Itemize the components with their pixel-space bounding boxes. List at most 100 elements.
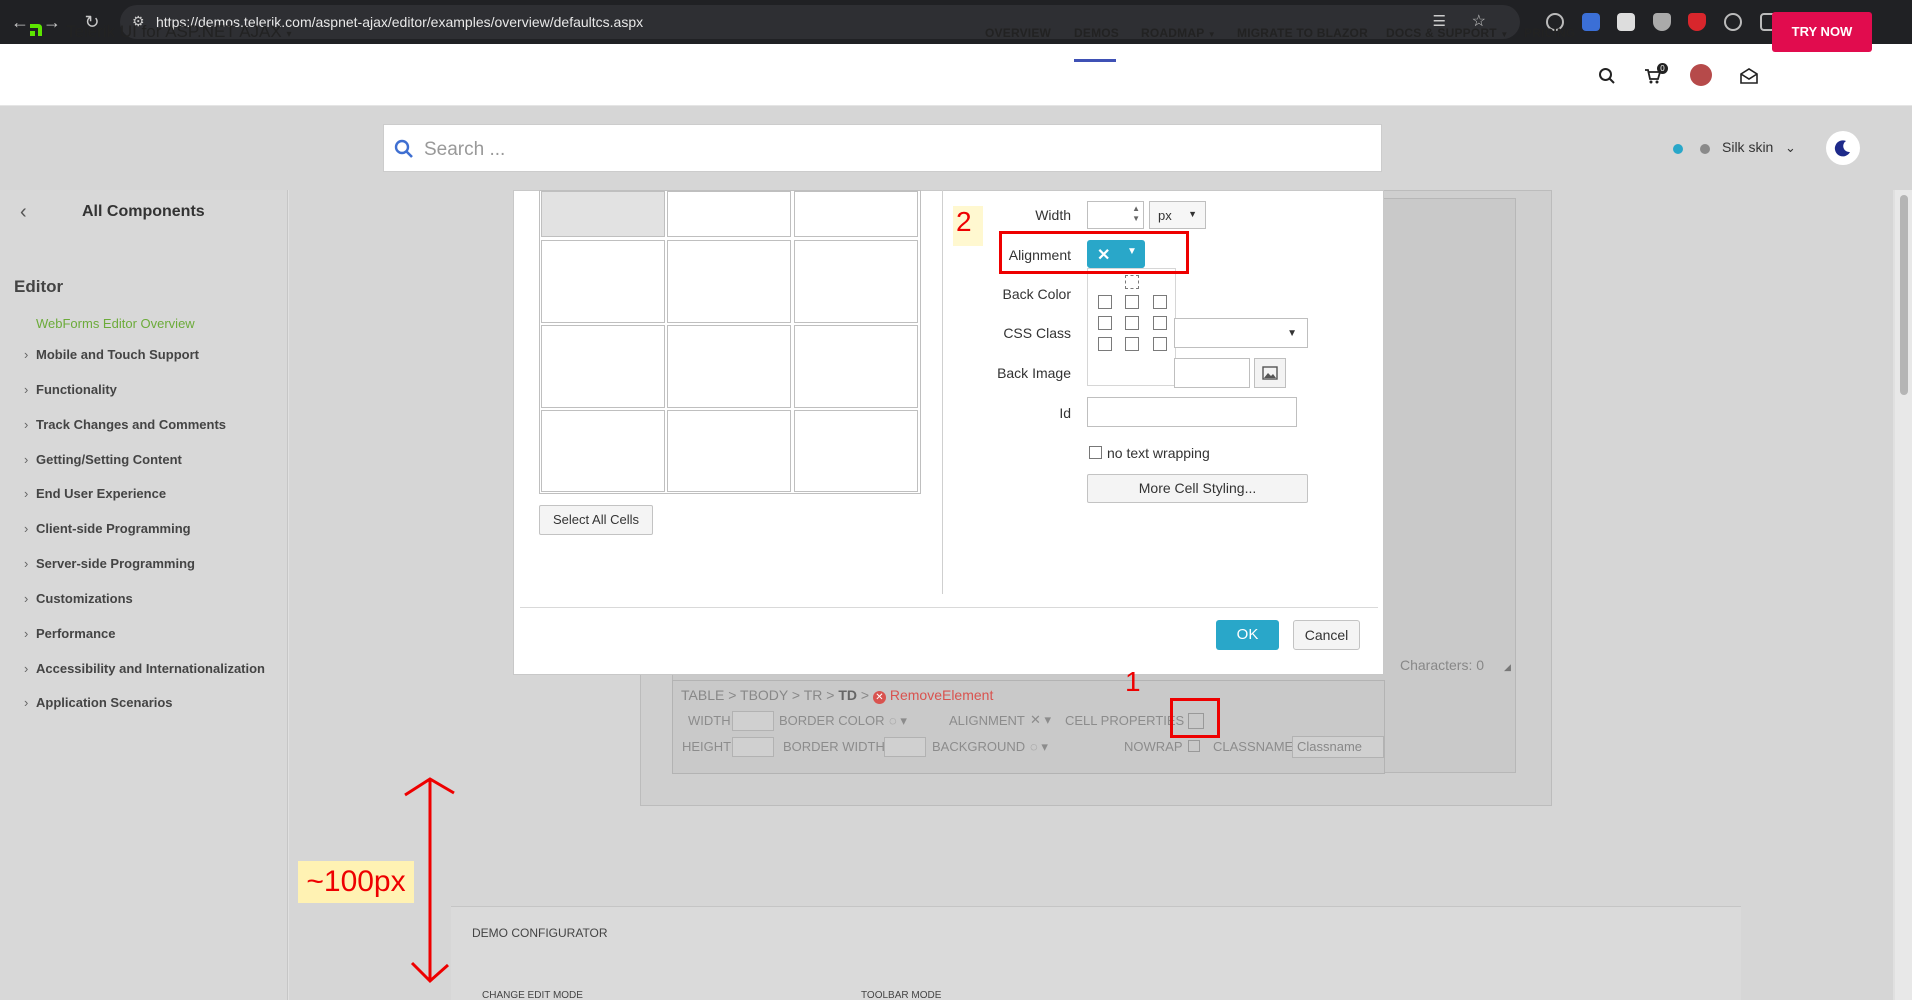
sidebar-item[interactable]: › Server-side Programming xyxy=(24,556,195,571)
nav-roadmap[interactable]: ROADMAP ▼ xyxy=(1141,26,1216,40)
resize-grip-icon[interactable]: ◢ xyxy=(1504,662,1511,673)
sidebar-item[interactable]: › Track Changes and Comments xyxy=(24,417,226,432)
new-extension-icon[interactable] xyxy=(1617,13,1635,31)
grid-cell[interactable] xyxy=(794,325,918,408)
search-input[interactable]: Search ... xyxy=(383,124,1382,172)
spinner-arrows-icon[interactable]: ▲ ▼ xyxy=(1132,204,1140,224)
shield-extension-icon[interactable] xyxy=(1653,13,1671,31)
background-prop-label: BACKGROUND xyxy=(932,739,1026,754)
nowrap-checkbox[interactable] xyxy=(1188,740,1200,752)
nav-overview[interactable]: OVERVIEW xyxy=(985,26,1051,40)
sidebar-item[interactable]: › End User Experience xyxy=(24,486,166,501)
unit-value: px xyxy=(1158,208,1172,223)
width-prop-input[interactable] xyxy=(732,711,774,731)
sidebar-item[interactable]: › Accessibility and Internationalization xyxy=(24,661,265,676)
sidebar-item[interactable]: › Customizations xyxy=(24,591,133,606)
sidebar-item[interactable]: › Functionality xyxy=(24,382,117,397)
grid-cell[interactable] xyxy=(794,410,918,492)
grid-cell[interactable] xyxy=(541,191,665,237)
align-middle-left-icon[interactable] xyxy=(1098,316,1112,330)
align-bottom-right-icon[interactable] xyxy=(1153,337,1167,351)
align-top-left-icon[interactable] xyxy=(1098,295,1112,309)
nav-migrate[interactable]: MIGRATE TO BLAZOR xyxy=(1237,26,1368,40)
align-top-right-icon[interactable] xyxy=(1153,295,1167,309)
skin-selector[interactable]: Silk skin ⌄ xyxy=(1722,139,1796,156)
nav-pricing[interactable]: PRICING xyxy=(1524,26,1575,40)
sidebar-item[interactable]: › Client-side Programming xyxy=(24,521,191,536)
product-brand[interactable]: Telerik UI for ASP.NET AJAX ▾ xyxy=(66,22,292,42)
grid-cell[interactable] xyxy=(541,410,665,492)
grid-cell[interactable] xyxy=(667,191,791,237)
droplet-caret-icon[interactable]: ◌ ▾ xyxy=(889,713,907,729)
search-icon[interactable] xyxy=(1598,67,1616,85)
caret-down-icon: ▾ xyxy=(286,29,292,40)
try-now-button[interactable]: TRY NOW xyxy=(1772,12,1872,52)
eye-extension-icon[interactable] xyxy=(1724,13,1742,31)
sidebar-item[interactable]: › Performance xyxy=(24,626,115,641)
classname-select[interactable]: Classname xyxy=(1292,736,1384,758)
image-browse-button[interactable] xyxy=(1254,358,1286,388)
ok-button[interactable]: OK xyxy=(1216,620,1279,650)
grid-cell[interactable] xyxy=(794,240,918,323)
height-prop-input[interactable] xyxy=(732,737,774,757)
sidebar-item-overview[interactable]: WebForms Editor Overview xyxy=(36,316,195,331)
theme-toggle-button[interactable] xyxy=(1826,131,1860,165)
grid-cell[interactable] xyxy=(541,325,665,408)
width-spinner-input[interactable]: ▲ ▼ xyxy=(1087,201,1144,229)
more-cell-styling-button[interactable]: More Cell Styling... xyxy=(1087,474,1308,503)
cart-count-badge: 0 xyxy=(1657,63,1668,74)
brand-label: Telerik UI for ASP.NET AJAX xyxy=(66,22,282,41)
back-image-input[interactable] xyxy=(1174,358,1250,388)
align-none-icon[interactable] xyxy=(1125,275,1139,289)
align-bottom-center-icon[interactable] xyxy=(1125,337,1139,351)
css-class-select[interactable]: ▼ xyxy=(1174,318,1308,348)
translate-extension-icon[interactable] xyxy=(1582,13,1600,31)
toolbar-mode-label: TOOLBAR MODE xyxy=(861,990,942,1000)
scrollbar-thumb[interactable] xyxy=(1900,195,1908,395)
grid-cell[interactable] xyxy=(794,191,918,237)
search-icon xyxy=(394,139,413,158)
back-chevron-icon[interactable]: ‹ xyxy=(20,201,27,224)
sidebar-item[interactable]: › Getting/Setting Content xyxy=(24,452,182,467)
sidebar-item-label: Accessibility and Internationalization xyxy=(36,661,265,676)
sidebar-item-label: End User Experience xyxy=(36,486,167,501)
breadcrumb-path[interactable]: TABLE > TBODY > TR > xyxy=(681,687,838,703)
no-text-wrapping-checkbox[interactable] xyxy=(1089,446,1102,459)
dialog-footer-divider xyxy=(520,607,1378,608)
alignment-prop-label: ALIGNMENT xyxy=(949,713,1025,728)
align-middle-center-icon[interactable] xyxy=(1125,316,1139,330)
cancel-button[interactable]: Cancel xyxy=(1293,620,1360,650)
grid-cell[interactable] xyxy=(667,240,791,323)
chevron-right-icon: › xyxy=(24,486,29,501)
remove-circle-icon[interactable]: ✕ xyxy=(872,691,886,704)
table-cell-grid xyxy=(539,190,921,494)
grid-cell[interactable] xyxy=(667,325,791,408)
border-width-input[interactable] xyxy=(884,737,926,757)
droplet-caret-icon[interactable]: ◌ ▾ xyxy=(1030,739,1048,755)
ublock-extension-icon[interactable] xyxy=(1688,13,1706,31)
select-all-cells-button[interactable]: Select All Cells xyxy=(539,505,653,535)
nav-docs-label: DOCS & SUPPORT xyxy=(1386,26,1497,40)
sidebar-item[interactable]: › Application Scenarios xyxy=(24,695,173,710)
alignment-clear-icon[interactable]: ✕ ▾ xyxy=(1030,712,1051,728)
nav-docs[interactable]: DOCS & SUPPORT ▼ xyxy=(1386,26,1508,40)
chevron-right-icon: › xyxy=(24,347,29,362)
user-avatar[interactable] xyxy=(1690,64,1712,86)
nav-roadmap-label: ROADMAP xyxy=(1141,26,1205,40)
mail-icon[interactable] xyxy=(1740,68,1758,84)
grid-cell[interactable] xyxy=(541,240,665,323)
nowrap-prop-label: NOWRAP xyxy=(1124,739,1183,754)
sidebar-item-label: Track Changes and Comments xyxy=(36,417,226,432)
align-bottom-left-icon[interactable] xyxy=(1098,337,1112,351)
id-input[interactable] xyxy=(1087,397,1297,427)
align-top-center-icon[interactable] xyxy=(1125,295,1139,309)
width-unit-select[interactable]: px ▼ xyxy=(1149,201,1206,229)
breadcrumb-current[interactable]: TD xyxy=(838,687,857,703)
remove-element-link[interactable]: RemoveElement xyxy=(890,687,994,703)
telerik-logo-icon[interactable] xyxy=(28,22,44,38)
nav-demos[interactable]: DEMOS xyxy=(1074,26,1119,40)
grid-cell[interactable] xyxy=(667,410,791,492)
all-components-link[interactable]: All Components xyxy=(82,203,205,221)
align-middle-right-icon[interactable] xyxy=(1153,316,1167,330)
sidebar-item[interactable]: › Mobile and Touch Support xyxy=(24,347,199,362)
